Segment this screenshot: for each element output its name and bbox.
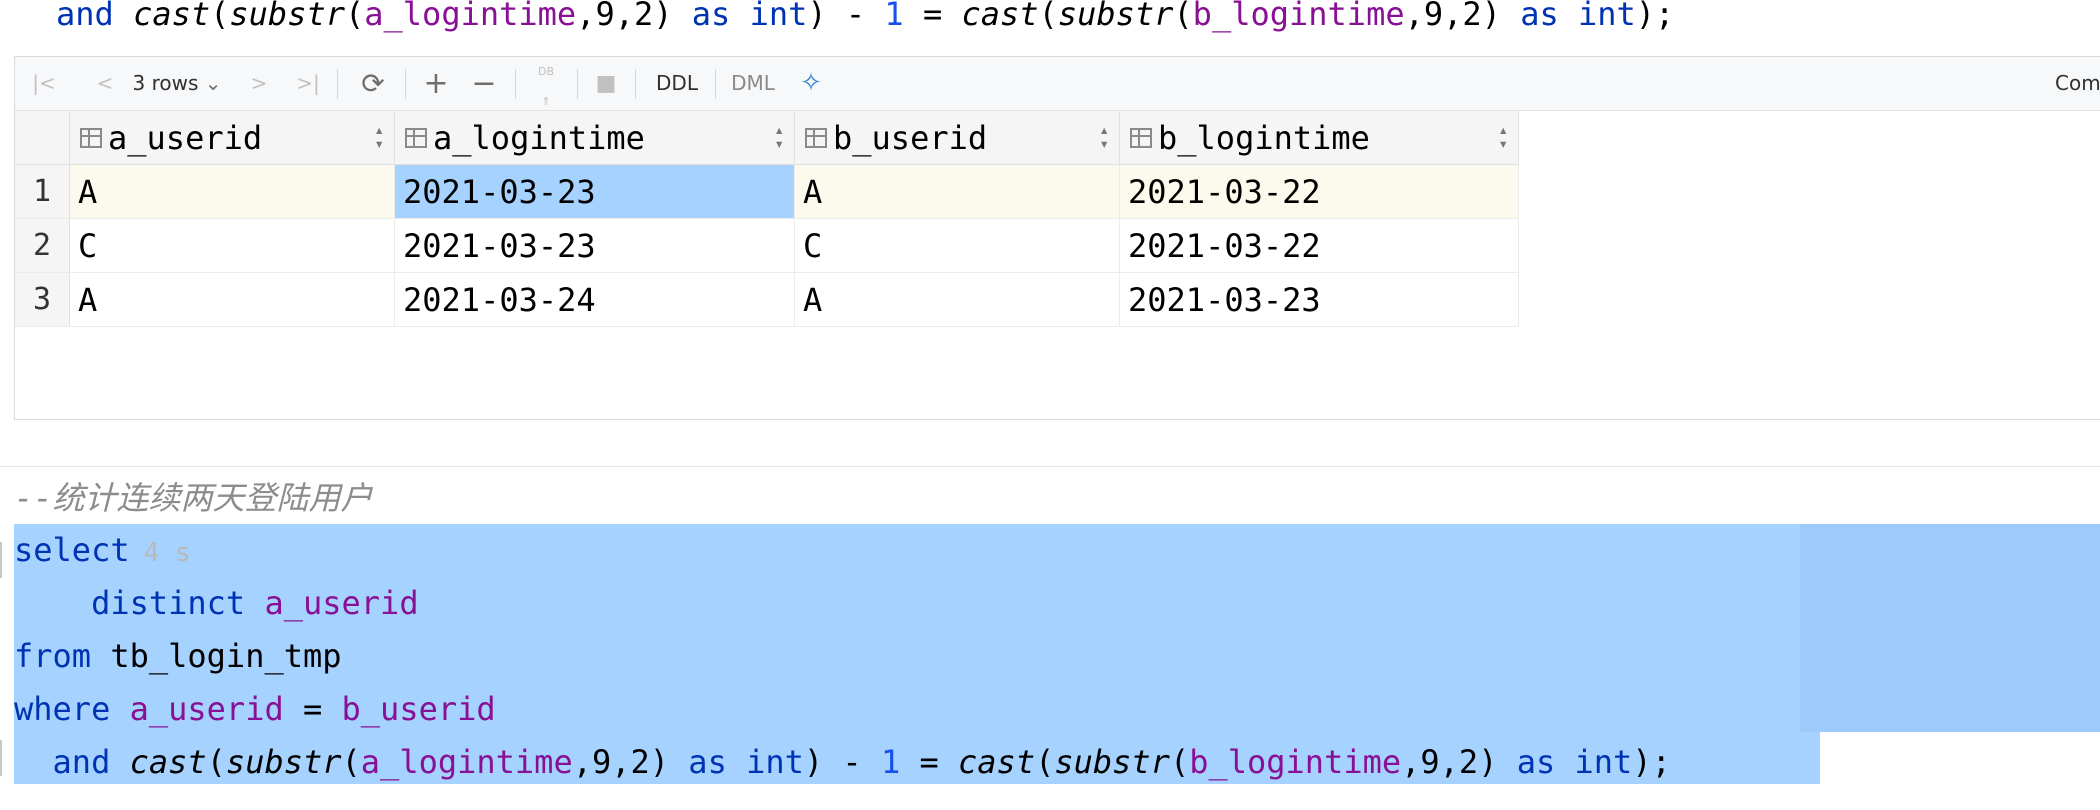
code-line-where[interactable]: where a_userid = b_userid bbox=[14, 683, 496, 735]
result-grid: a_userid ▴ ▾ a_logintime ▴ ▾ b_userid ▴ ▾ b… bbox=[15, 111, 1519, 327]
cell[interactable]: 2021-03-22 bbox=[1119, 164, 1519, 219]
db-submit-icon[interactable]: DB ⇑ bbox=[529, 57, 563, 110]
cell[interactable]: A bbox=[794, 272, 1120, 327]
ddl-button[interactable]: DDL bbox=[649, 57, 705, 110]
cell[interactable]: A bbox=[69, 164, 395, 219]
sort-icon[interactable]: ▴ ▾ bbox=[374, 122, 384, 152]
execution-time-hint: 4 s bbox=[143, 538, 191, 568]
delete-row-icon[interactable]: − bbox=[467, 57, 501, 110]
cell[interactable]: 2021-03-23 bbox=[1119, 272, 1519, 327]
row-number: 2 bbox=[15, 218, 70, 273]
next-page-icon[interactable]: > bbox=[247, 57, 271, 110]
code-comment[interactable]: --统计连续两天登陆用户 bbox=[14, 472, 373, 524]
column-header-a-userid[interactable]: a_userid ▴ ▾ bbox=[69, 111, 395, 165]
cell[interactable]: C bbox=[794, 218, 1120, 273]
cell[interactable]: C bbox=[69, 218, 395, 273]
row-number-header bbox=[15, 111, 70, 165]
column-header-a-logintime[interactable]: a_logintime ▴ ▾ bbox=[394, 111, 795, 165]
refresh-icon[interactable]: ⟳ bbox=[355, 57, 391, 110]
dml-button[interactable]: DML bbox=[725, 57, 781, 110]
cell[interactable]: 2021-03-24 bbox=[394, 272, 795, 327]
sort-icon[interactable]: ▴ ▾ bbox=[1498, 122, 1508, 152]
result-toolbar: |< < 3 rows ⌄ > >| ⟳ + − DB ⇑ ■ DDL DML ✧… bbox=[15, 57, 2100, 111]
column-header-b-userid[interactable]: b_userid ▴ ▾ bbox=[794, 111, 1120, 165]
result-panel: |< < 3 rows ⌄ > >| ⟳ + − DB ⇑ ■ DDL DML ✧… bbox=[14, 56, 2100, 420]
rows-dropdown[interactable]: 3 rows ⌄ bbox=[127, 57, 227, 110]
sort-icon[interactable]: ▴ ▾ bbox=[1099, 122, 1109, 152]
code-line-and[interactable]: and cast(substr(a_logintime,9,2) as int)… bbox=[14, 736, 1671, 788]
code-line-top[interactable]: and cast(substr(a_logintime,9,2) as int)… bbox=[56, 0, 1674, 40]
add-row-icon[interactable]: + bbox=[419, 57, 453, 110]
column-icon bbox=[80, 127, 102, 148]
compare-label[interactable]: Comi bbox=[2055, 57, 2100, 110]
column-icon bbox=[1130, 127, 1152, 148]
prev-page-icon[interactable]: < bbox=[93, 57, 117, 110]
column-icon bbox=[805, 127, 827, 148]
fold-marker-icon[interactable] bbox=[0, 542, 10, 578]
stop-icon[interactable]: ■ bbox=[593, 57, 619, 110]
pin-tab-icon[interactable]: ✧ bbox=[793, 57, 829, 110]
cell[interactable]: A bbox=[69, 272, 395, 327]
sort-icon[interactable]: ▴ ▾ bbox=[774, 122, 784, 152]
cell-selected[interactable]: 2021-03-23 bbox=[394, 164, 795, 219]
editor-divider bbox=[0, 466, 2100, 467]
first-page-icon[interactable]: |< bbox=[29, 57, 59, 110]
chevron-down-icon: ⌄ bbox=[204, 71, 222, 95]
code-line-distinct[interactable]: distinct a_userid bbox=[14, 577, 419, 629]
cell[interactable]: 2021-03-22 bbox=[1119, 218, 1519, 273]
selection-highlight-right bbox=[1800, 524, 2100, 732]
column-icon bbox=[405, 127, 427, 148]
table-row[interactable]: 1 A 2021-03-23 A 2021-03-22 bbox=[15, 164, 1519, 219]
table-row[interactable]: 3 A 2021-03-24 A 2021-03-23 bbox=[15, 272, 1519, 327]
grid-header-row: a_userid ▴ ▾ a_logintime ▴ ▾ b_userid ▴ ▾ b… bbox=[15, 111, 1519, 165]
last-page-icon[interactable]: >| bbox=[293, 57, 323, 110]
table-row[interactable]: 2 C 2021-03-23 C 2021-03-22 bbox=[15, 218, 1519, 273]
cell[interactable]: 2021-03-23 bbox=[394, 218, 795, 273]
column-header-b-logintime[interactable]: b_logintime ▴ ▾ bbox=[1119, 111, 1519, 165]
code-line-select[interactable]: select 4 s bbox=[14, 524, 191, 576]
fold-marker-icon[interactable] bbox=[0, 740, 10, 776]
row-number: 3 bbox=[15, 272, 70, 327]
row-number: 1 bbox=[15, 164, 70, 219]
code-line-from[interactable]: from tb_login_tmp bbox=[14, 630, 342, 682]
cell[interactable]: A bbox=[794, 164, 1120, 219]
